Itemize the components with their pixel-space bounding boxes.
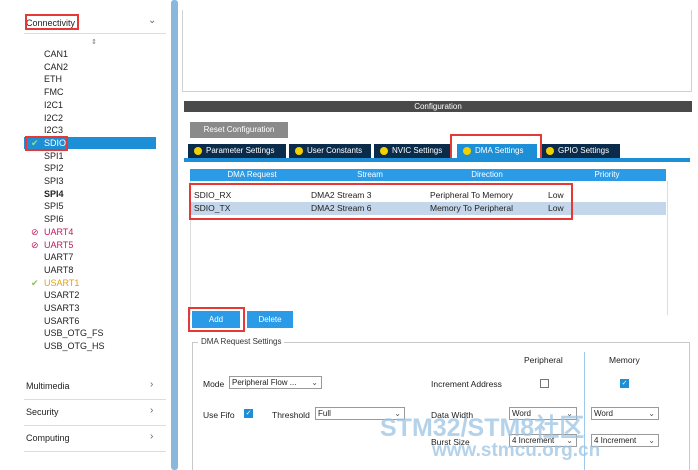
watermark-url: www.stmcu.org.cn <box>432 440 601 461</box>
threshold-value: Full <box>318 409 331 418</box>
peripheral-item-can2[interactable]: CAN2 <box>44 62 68 73</box>
peripheral-item-spi1[interactable]: SPI1 <box>44 151 64 162</box>
tab-user-constants[interactable]: User Constants <box>289 144 371 158</box>
tab-nvic-settings[interactable]: NVIC Settings <box>374 144 452 158</box>
settings-title: DMA Request Settings <box>198 337 285 346</box>
watermark: STM32/STM8社区 <box>380 414 585 442</box>
blocked-icon: ⊘ <box>31 227 39 237</box>
peripheral-item-usart1[interactable]: USART1 <box>44 278 79 289</box>
data-width-memory-select[interactable]: Word ⌄ <box>591 407 659 420</box>
chevron-down-icon: ⌄ <box>648 409 655 418</box>
tab-gpio-settings[interactable]: GPIO Settings <box>540 144 620 158</box>
column-header: DMA Request <box>227 170 277 179</box>
peripheral-item-spi2[interactable]: SPI2 <box>44 163 64 174</box>
highlight-dma-rows <box>189 183 573 220</box>
column-header: Stream <box>357 170 383 179</box>
data-width-memory-value: Word <box>594 409 613 418</box>
highlight-connectivity <box>25 14 79 30</box>
peripheral-item-uart4[interactable]: UART4 <box>44 227 73 238</box>
status-dot-icon <box>546 147 554 155</box>
status-dot-icon <box>295 147 303 155</box>
peripheral-item-usart3[interactable]: USART3 <box>44 303 79 314</box>
divider <box>24 425 166 426</box>
dma-table-header: DMA Request Stream Direction Priority <box>190 169 666 181</box>
burst-memory-value: 4 Increment <box>594 436 637 445</box>
peripheral-item-spi6[interactable]: SPI6 <box>44 214 64 225</box>
configuration-header: Configuration <box>184 101 692 112</box>
tab-label: NVIC Settings <box>392 146 443 155</box>
chevron-down-icon: ⌄ <box>648 436 655 445</box>
column-header: Direction <box>471 170 503 179</box>
status-dot-icon <box>380 147 388 155</box>
peripheral-item-spi4[interactable]: SPI4 <box>44 189 64 200</box>
tab-parameter-settings[interactable]: Parameter Settings <box>188 144 286 158</box>
peripheral-item-can1[interactable]: CAN1 <box>44 49 68 60</box>
peripheral-header: Peripheral <box>524 355 563 365</box>
memory-header: Memory <box>609 355 640 365</box>
tab-underline <box>184 158 690 162</box>
chevron-down-icon: ⌄ <box>311 378 318 387</box>
peripheral-item-i2c1[interactable]: I2C1 <box>44 100 63 111</box>
sort-arrows-icon[interactable]: ⇕ <box>91 38 97 46</box>
delete-button[interactable]: Delete <box>247 311 293 328</box>
status-dot-icon <box>194 147 202 155</box>
peripheral-item-uart7[interactable]: UART7 <box>44 252 73 263</box>
mode-value: Peripheral Flow ... <box>232 378 297 387</box>
category-multimedia[interactable]: Multimedia <box>26 381 70 391</box>
increment-address-label: Increment Address <box>431 379 502 389</box>
check-icon: ✔ <box>31 278 39 288</box>
divider <box>24 33 166 34</box>
peripheral-item-uart8[interactable]: UART8 <box>44 265 73 276</box>
peripheral-item-spi3[interactable]: SPI3 <box>44 176 64 187</box>
divider <box>24 399 166 400</box>
increment-memory-checkbox[interactable]: ✓ <box>620 379 629 388</box>
highlight-sdio <box>25 136 68 151</box>
category-security[interactable]: Security <box>26 407 59 417</box>
highlight-add-button <box>188 307 245 332</box>
peripheral-item-spi5[interactable]: SPI5 <box>44 201 64 212</box>
peripheral-item-usb_otg_fs[interactable]: USB_OTG_FS <box>44 328 104 339</box>
blocked-icon: ⊘ <box>31 240 39 250</box>
threshold-label: Threshold <box>272 410 310 420</box>
chevron-right-icon[interactable]: › <box>150 405 153 416</box>
peripheral-item-usart6[interactable]: USART6 <box>44 316 79 327</box>
peripheral-item-usb_otg_hs[interactable]: USB_OTG_HS <box>44 341 105 352</box>
peripheral-item-i2c2[interactable]: I2C2 <box>44 113 63 124</box>
tab-label: Parameter Settings <box>206 146 275 155</box>
use-fifo-label: Use Fifo <box>203 410 235 420</box>
peripheral-item-i2c3[interactable]: I2C3 <box>44 125 63 136</box>
mode-panel <box>182 10 692 92</box>
peripheral-item-eth[interactable]: ETH <box>44 74 62 85</box>
increment-peripheral-checkbox[interactable] <box>540 379 549 388</box>
config-tab-bar: Parameter Settings User Constants NVIC S… <box>184 144 690 158</box>
highlight-dma-tab <box>450 134 542 161</box>
tab-label: GPIO Settings <box>558 146 610 155</box>
tab-label: User Constants <box>307 146 363 155</box>
mode-label: Mode <box>203 379 225 389</box>
peripheral-item-fmc[interactable]: FMC <box>44 87 64 98</box>
vertical-scrollbar[interactable] <box>171 0 178 470</box>
column-header: Priority <box>594 170 620 179</box>
chevron-down-icon[interactable]: ⌄ <box>148 15 156 26</box>
peripheral-tree-panel: Connectivity ⌄ ⇕ CAN1 CAN2 ETH FMC I2C1 I2C2 I… <box>0 0 170 470</box>
chevron-right-icon[interactable]: › <box>150 431 153 442</box>
use-fifo-checkbox[interactable]: ✓ <box>244 409 253 418</box>
chevron-right-icon[interactable]: › <box>150 379 153 390</box>
category-computing[interactable]: Computing <box>26 433 70 443</box>
peripheral-item-usart2[interactable]: USART2 <box>44 290 79 301</box>
divider <box>24 451 166 452</box>
reset-configuration-button[interactable]: Reset Configuration <box>190 122 288 138</box>
burst-size-memory-select[interactable]: 4 Increment ⌄ <box>591 434 659 447</box>
peripheral-item-uart5[interactable]: UART5 <box>44 240 73 251</box>
mode-select[interactable]: Peripheral Flow ... ⌄ <box>229 376 322 389</box>
